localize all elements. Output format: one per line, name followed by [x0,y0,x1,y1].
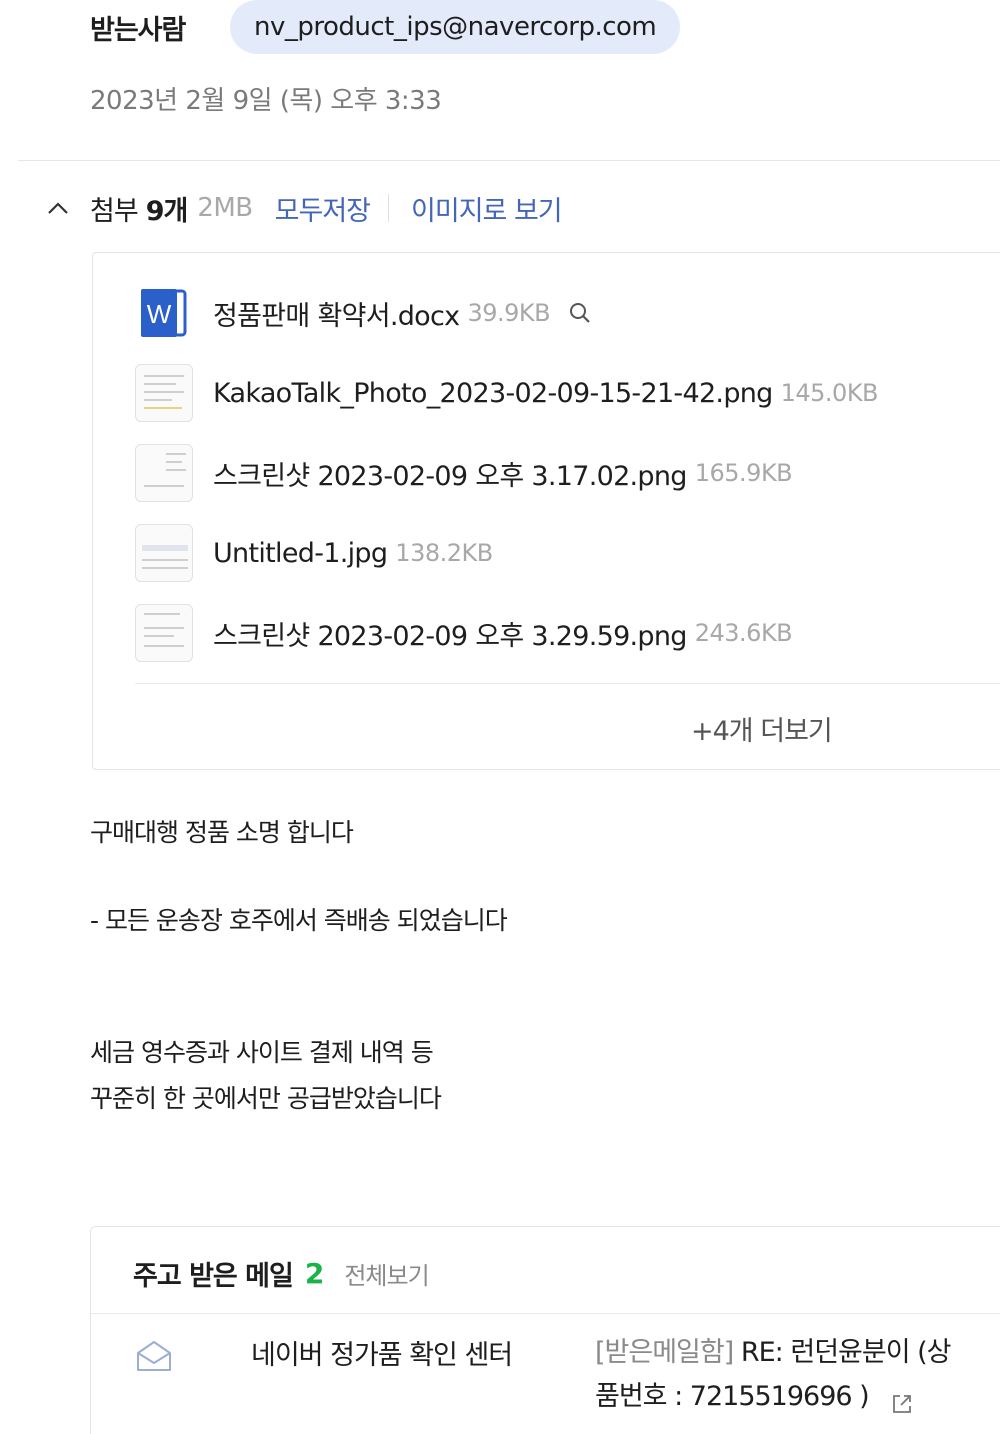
attachment-list-divider [135,683,1000,684]
recipient-chip[interactable]: nv_product_ips@navercorp.com [230,0,681,54]
body-line: 구매대행 정품 소명 합니다 [90,818,354,847]
attachment-item[interactable]: 스크린샷 2023-02-09 오후 3.17.02.png 165.9KB [135,443,793,503]
related-mail-title: 주고 받은 메일 [133,1260,294,1292]
attachment-size: 138.2KB [395,539,493,567]
attachment-name[interactable]: KakaoTalk_Photo_2023-02-09-15-21-42.png [213,378,773,409]
attachment-total-size: 2MB [197,193,253,223]
recipient-label: 받는사람 [90,14,186,46]
image-thumbnail [135,604,193,662]
view-all-link[interactable]: 전체보기 [344,1256,429,1291]
mail-subject-text: 품번호 : 7215519696 ) [595,1381,870,1412]
image-thumbnail [135,364,193,422]
show-more-button[interactable]: +4개 더보기 [691,709,833,748]
attachment-header: 첨부 9개 2MB 모두저장 이미지로 보기 [44,186,563,230]
attachment-list: W 정품판매 확약서.docx 39.9KB KakaoTalk_Photo_2… [92,252,1000,770]
attachment-item[interactable]: Untitled-1.jpg 138.2KB [135,523,493,583]
header-divider [18,160,1000,161]
attachment-label: 첨부 [90,195,139,227]
thread-divider [91,1313,1000,1314]
envelope-open-icon [135,1339,173,1373]
sent-date: 2023년 2월 9일 (목) 오후 3:33 [90,86,442,116]
recipient-row: 받는사람 nv_product_ips@navercorp.com [90,0,681,54]
related-mail-panel: 주고 받은 메일 2 전체보기 네이버 정가품 확인 센터 [받은메일함] RE… [90,1226,1000,1434]
attachment-size: 39.9KB [467,299,551,327]
image-thumbnail [135,524,193,582]
image-thumbnail [135,444,193,502]
mail-subject-text: RE: 런던윤분이 (상 [733,1337,952,1368]
attachment-item[interactable]: 스크린샷 2023-02-09 오후 3.29.59.png 243.6KB [135,603,793,663]
attachment-name[interactable]: 스크린샷 2023-02-09 오후 3.17.02.png [213,454,687,493]
svg-text:W: W [147,299,172,329]
attachment-size: 145.0KB [780,379,879,407]
attachment-size: 165.9KB [694,459,793,487]
attachment-size: 243.6KB [694,619,793,647]
attachment-name[interactable]: 정품판매 확약서.docx [213,294,460,333]
word-doc-icon: W [135,284,193,342]
link-separator [388,194,390,222]
body-line: 꾸준히 한 곳에서만 공급받았습니다 [90,1084,442,1113]
mail-folder: [받은메일함] [595,1337,734,1368]
attachment-name[interactable]: Untitled-1.jpg [213,538,388,569]
external-link-icon[interactable] [890,1386,914,1413]
attachment-item[interactable]: W 정품판매 확약서.docx 39.9KB [135,283,594,343]
body-line: - 모든 운송장 호주에서 즉배송 되었습니다 [90,906,508,935]
chevron-up-icon[interactable] [44,194,72,222]
attachment-item[interactable]: KakaoTalk_Photo_2023-02-09-15-21-42.png … [135,363,879,423]
attachment-name[interactable]: 스크린샷 2023-02-09 오후 3.29.59.png [213,614,687,653]
body-line: 세금 영수증과 사이트 결제 내역 등 [90,1038,434,1067]
save-all-link[interactable]: 모두저장 [275,189,371,228]
mail-subject[interactable]: [받은메일함] RE: 런던윤분이 (상 품번호 : 7215519696 ) [595,1331,1000,1419]
mail-sender[interactable]: 네이버 정가품 확인 센터 [251,1333,513,1372]
attachment-count: 9개 [145,195,189,227]
related-mail-count: 2 [304,1256,325,1290]
related-mail-header: 주고 받은 메일 2 전체보기 [133,1251,430,1295]
search-icon[interactable] [568,300,594,326]
view-as-image-link[interactable]: 이미지로 보기 [411,189,563,228]
